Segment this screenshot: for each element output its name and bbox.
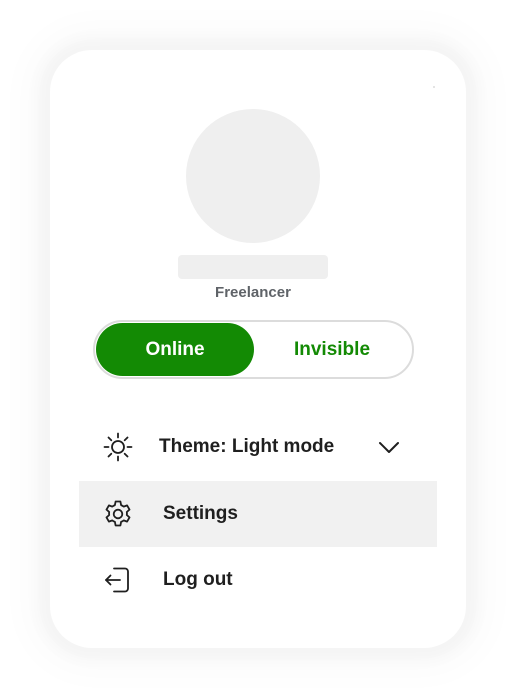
menu-item-logout[interactable]: Log out — [79, 547, 437, 613]
menu-item-theme[interactable]: Theme: Light mode — [79, 414, 437, 480]
chevron-down-icon — [379, 442, 399, 453]
menu-item-settings[interactable]: Settings — [79, 481, 437, 547]
user-name-placeholder — [178, 255, 328, 279]
logout-icon — [105, 567, 129, 593]
theme-label: Theme: Light mode — [159, 436, 335, 457]
status-online-option[interactable]: Online — [96, 323, 254, 376]
corner-marker — [433, 86, 435, 88]
avatar-placeholder — [186, 109, 320, 243]
status-toggle: Online Invisible — [93, 320, 414, 379]
settings-label: Settings — [163, 503, 238, 524]
user-role: Freelancer — [215, 284, 291, 301]
profile-menu-card: Freelancer Online Invisible Theme: Light… — [50, 50, 466, 648]
gear-icon — [105, 500, 131, 527]
sun-icon — [103, 432, 133, 462]
status-invisible-option[interactable]: Invisible — [253, 323, 411, 376]
logout-label: Log out — [163, 569, 233, 590]
